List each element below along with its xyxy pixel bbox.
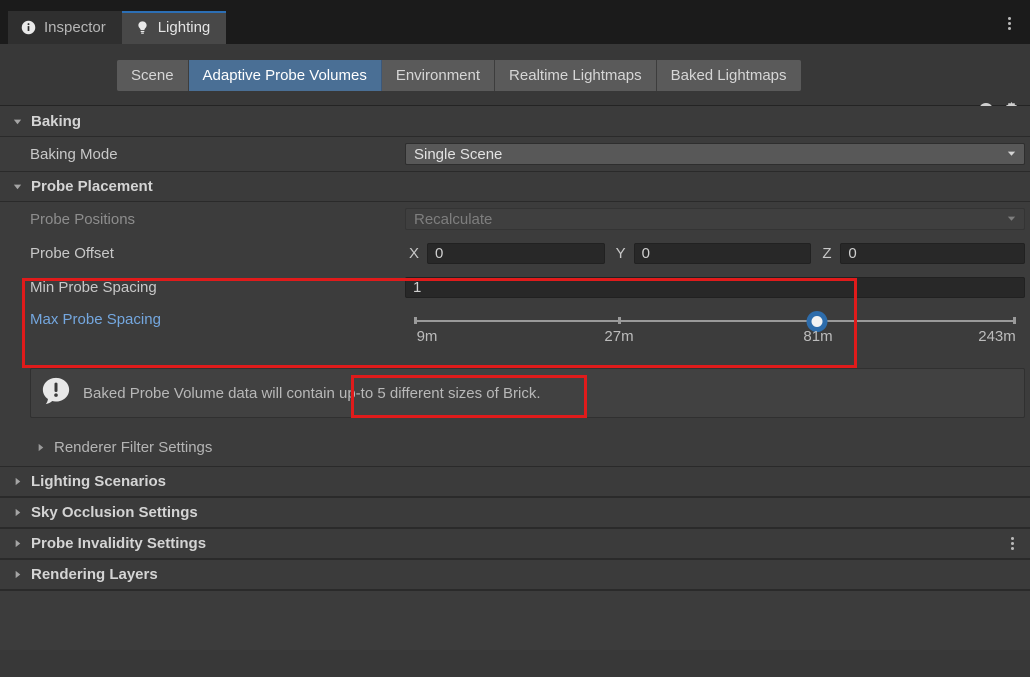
- foldout-lighting-scenarios[interactable]: Lighting Scenarios: [0, 466, 1030, 497]
- window-tab-lighting[interactable]: Lighting: [122, 11, 227, 44]
- chevron-right-icon: [33, 440, 47, 454]
- section-title: Probe Placement: [31, 178, 153, 195]
- info-icon: [21, 20, 36, 35]
- window-tab-label: Inspector: [44, 19, 106, 36]
- window-tab-label: Lighting: [158, 19, 211, 36]
- slider-tick: [414, 317, 417, 324]
- warning-helpbox-row: Baked Probe Volume data will contain up-…: [0, 360, 1030, 428]
- panel-empty-area: [0, 590, 1030, 650]
- chevron-right-icon: [10, 506, 24, 520]
- foldout-label: Lighting Scenarios: [31, 473, 166, 490]
- kebab-menu-icon[interactable]: [1000, 14, 1018, 32]
- chevron-down-icon: [10, 180, 24, 194]
- slider-tick-label: 81m: [803, 328, 832, 345]
- vector3-field: X 0 Y 0 Z 0: [405, 243, 1025, 264]
- field-label: Probe Offset: [0, 245, 405, 262]
- tab-environment[interactable]: Environment: [382, 60, 495, 91]
- slider-tick-label: 27m: [604, 328, 633, 345]
- chevron-down-icon: [1006, 211, 1017, 228]
- foldout-probe-invalidity-settings[interactable]: Probe Invalidity Settings: [0, 528, 1030, 559]
- window-tab-inspector[interactable]: Inspector: [8, 11, 122, 44]
- field-label: Probe Positions: [0, 211, 405, 228]
- min-probe-spacing-input[interactable]: 1: [405, 277, 1025, 298]
- tab-adaptive-probe-volumes[interactable]: Adaptive Probe Volumes: [189, 60, 382, 91]
- probe-positions-dropdown[interactable]: Recalculate: [405, 208, 1025, 230]
- window-tabstrip: Inspector Lighting: [0, 0, 1030, 44]
- axis-label-z: Z: [818, 245, 840, 262]
- section-title: Baking: [31, 113, 81, 130]
- probe-offset-z-input[interactable]: 0: [840, 243, 1025, 264]
- warning-helpbox: Baked Probe Volume data will contain up-…: [30, 368, 1025, 418]
- chevron-right-icon: [10, 475, 24, 489]
- dropdown-value: Single Scene: [414, 146, 502, 163]
- warning-icon: [41, 376, 71, 410]
- field-label: Baking Mode: [0, 146, 405, 163]
- slider-tick-label-min: 9m: [417, 328, 438, 345]
- probe-offset-y-input[interactable]: 0: [634, 243, 812, 264]
- axis-label-x: X: [405, 245, 427, 262]
- field-min-probe-spacing: Min Probe Spacing 1: [0, 270, 1030, 304]
- dropdown-value: Recalculate: [414, 211, 492, 228]
- warning-text-highlight: up-to 5 different sizes of Brick.: [339, 385, 540, 402]
- probe-offset-x-input[interactable]: 0: [427, 243, 605, 264]
- lighting-content-panel: Baking Baking Mode Single Scene Probe Pl…: [0, 106, 1030, 677]
- section-header-baking[interactable]: Baking: [0, 106, 1030, 137]
- warning-text-before: Baked Probe Volume data will contain: [83, 385, 339, 402]
- lighting-inspector-window: Inspector Lighting Scene Adaptive Probe …: [0, 0, 1030, 677]
- field-label: Min Probe Spacing: [0, 279, 405, 296]
- tab-label: Baked Lightmaps: [671, 67, 787, 84]
- field-baking-mode: Baking Mode Single Scene: [0, 137, 1030, 171]
- tab-label: Environment: [396, 67, 480, 84]
- foldout-renderer-filter-settings[interactable]: Renderer Filter Settings: [0, 428, 1030, 466]
- kebab-menu-icon[interactable]: [1004, 536, 1020, 552]
- lightbulb-icon: [135, 20, 150, 35]
- slider-tick-label-max: 243m: [978, 328, 1016, 345]
- foldout-sky-occlusion-settings[interactable]: Sky Occlusion Settings: [0, 497, 1030, 528]
- chevron-right-icon: [10, 568, 24, 582]
- baking-mode-dropdown[interactable]: Single Scene: [405, 143, 1025, 165]
- foldout-label: Probe Invalidity Settings: [31, 535, 206, 552]
- chevron-down-icon: [10, 114, 24, 128]
- max-probe-spacing-slider[interactable]: 9m 27m 81m 243m: [405, 304, 1025, 338]
- slider-tick: [1013, 317, 1016, 324]
- field-probe-offset: Probe Offset X 0 Y 0 Z 0: [0, 236, 1030, 270]
- lighting-subtabs: Scene Adaptive Probe Volumes Environment…: [117, 60, 801, 91]
- slider-tick: [618, 317, 621, 324]
- field-probe-positions: Probe Positions Recalculate: [0, 202, 1030, 236]
- tab-scene[interactable]: Scene: [117, 60, 189, 91]
- axis-label-y: Y: [612, 245, 634, 262]
- chevron-down-icon: [1006, 146, 1017, 163]
- tab-realtime-lightmaps[interactable]: Realtime Lightmaps: [495, 60, 657, 91]
- slider-track: [414, 320, 1016, 322]
- foldout-label: Sky Occlusion Settings: [31, 504, 198, 521]
- tab-label: Scene: [131, 67, 174, 84]
- field-label-max-probe-spacing[interactable]: Max Probe Spacing: [0, 304, 405, 328]
- foldout-label: Rendering Layers: [31, 566, 158, 583]
- section-header-probe-placement[interactable]: Probe Placement: [0, 171, 1030, 202]
- tab-label: Adaptive Probe Volumes: [203, 67, 367, 84]
- field-max-probe-spacing: Max Probe Spacing 9m 27m 81m 243m: [0, 304, 1030, 360]
- foldout-label: Renderer Filter Settings: [54, 439, 212, 456]
- warning-text: Baked Probe Volume data will contain up-…: [83, 385, 540, 402]
- tab-baked-lightmaps[interactable]: Baked Lightmaps: [657, 60, 801, 91]
- tab-label: Realtime Lightmaps: [509, 67, 642, 84]
- lighting-toolbar: Scene Adaptive Probe Volumes Environment…: [0, 44, 1030, 106]
- chevron-right-icon: [10, 537, 24, 551]
- foldout-rendering-layers[interactable]: Rendering Layers: [0, 559, 1030, 590]
